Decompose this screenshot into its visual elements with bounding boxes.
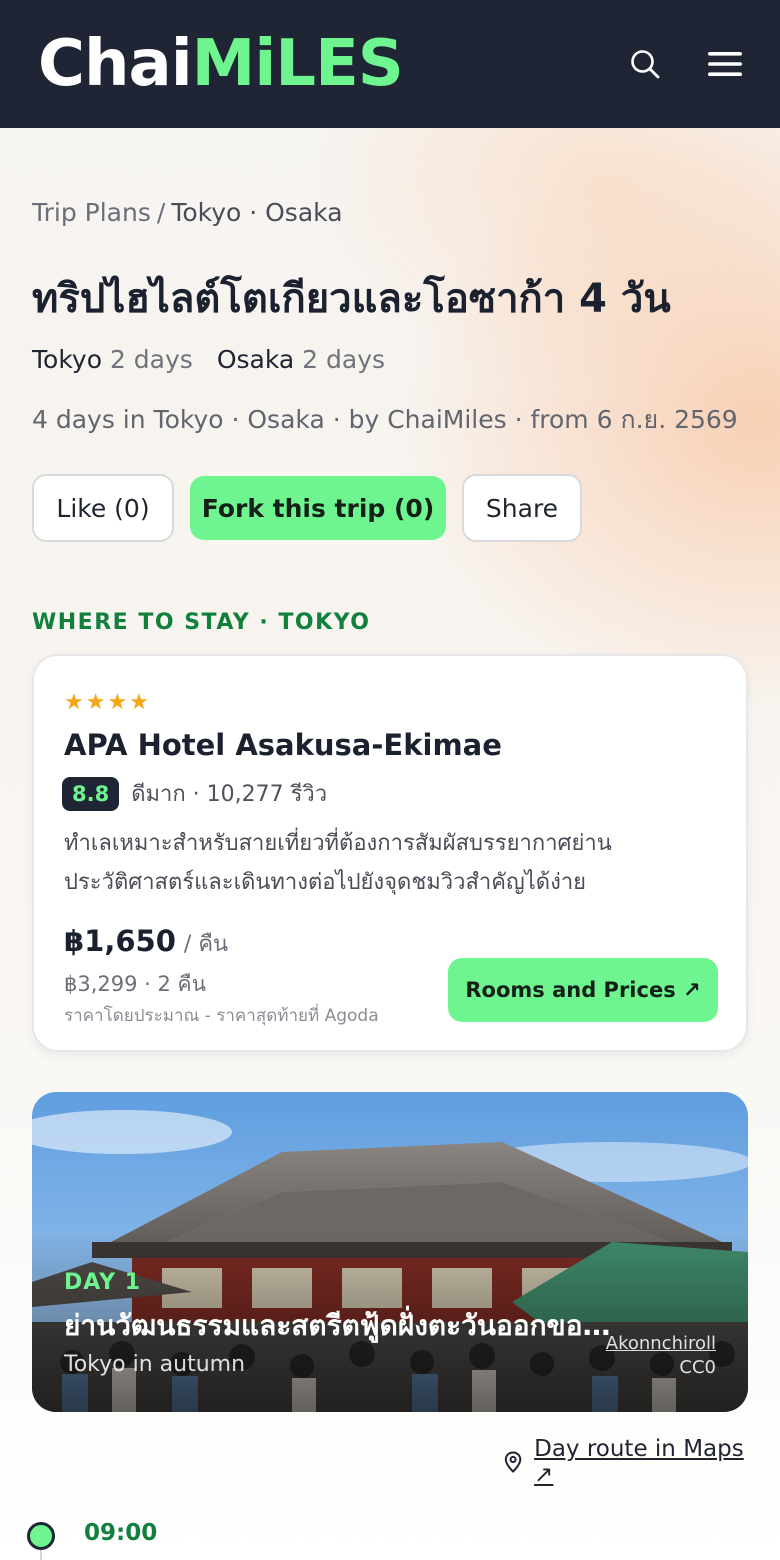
city-name: Tokyo bbox=[32, 345, 102, 374]
city-name: Osaka bbox=[216, 345, 295, 374]
price-disclaimer: ราคาโดยประมาณ - ราคาสุดท้ายที่ Agoda bbox=[64, 1006, 379, 1026]
city-days-summary: Tokyo 2 days Osaka 2 days bbox=[32, 345, 385, 374]
city-osaka: Osaka 2 days bbox=[217, 345, 385, 374]
hotel-name: APA Hotel Asakusa-Ekimae bbox=[64, 728, 502, 762]
trip-meta: 4 days in Tokyo · Osaka · by ChaiMiles ·… bbox=[32, 405, 738, 434]
like-button[interactable]: Like (0) bbox=[32, 474, 174, 542]
rooms-and-prices-button[interactable]: Rooms and Prices ↗ bbox=[448, 958, 718, 1022]
price-per-night: ฿1,650 / คืน bbox=[64, 924, 228, 961]
day-1-hero[interactable]: DAY 1 ย่านวัฒนธรรมและสตรีตฟู้ดฝั่งตะวันอ… bbox=[32, 1092, 748, 1412]
price-unit: / คืน bbox=[183, 932, 229, 957]
timeline-line bbox=[40, 1550, 42, 1560]
price-amount: ฿1,650 bbox=[64, 924, 176, 958]
breadcrumb-trip-plans[interactable]: Trip Plans bbox=[32, 198, 151, 227]
search-icon bbox=[631, 50, 660, 79]
logo[interactable]: ChaiMiLES bbox=[38, 32, 404, 96]
city-days: 2 days bbox=[109, 345, 193, 374]
menu-button[interactable] bbox=[706, 45, 744, 83]
search-button[interactable] bbox=[626, 45, 664, 83]
map-pin-icon bbox=[504, 1451, 522, 1473]
hotel-card: ★★★★ APA Hotel Asakusa-Ekimae 8.8 ดีมาก … bbox=[32, 654, 748, 1052]
day-label: DAY 1 bbox=[64, 1270, 142, 1295]
hamburger-menu-icon bbox=[708, 52, 742, 76]
photo-credit: Akonnchiroll CC0 bbox=[606, 1332, 716, 1380]
photo-caption: Tokyo in autumn bbox=[64, 1352, 246, 1377]
day-route-maps-link[interactable]: Day route in Maps ↗ bbox=[504, 1436, 748, 1488]
top-navbar: ChaiMiLES bbox=[0, 0, 780, 128]
hotel-rating-row: 8.8 ดีมาก · 10,277 รีวิว bbox=[62, 776, 327, 811]
day-title: ย่านวัฒนธรรมและสตรีตฟู้ดฝั่งตะวันออกของโ… bbox=[64, 1309, 624, 1342]
fork-trip-button[interactable]: Fork this trip (0) bbox=[190, 476, 446, 540]
timeline-dot bbox=[27, 1522, 55, 1550]
photo-credit-author[interactable]: Akonnchiroll bbox=[606, 1332, 716, 1356]
review-summary: ดีมาก · 10,277 รีวิว bbox=[131, 782, 328, 807]
price-total: ฿3,299 · 2 คืน bbox=[64, 972, 206, 996]
breadcrumb-separator: / bbox=[156, 198, 166, 227]
logo-text-chai: Chai bbox=[38, 27, 193, 101]
city-tokyo: Tokyo 2 days bbox=[32, 345, 193, 374]
header-actions bbox=[626, 45, 744, 83]
city-days: 2 days bbox=[302, 345, 386, 374]
trip-actions: Like (0) Fork this trip (0) Share bbox=[32, 474, 582, 542]
photo-license: CC0 bbox=[679, 1357, 716, 1378]
hotel-star-rating: ★★★★ bbox=[64, 690, 151, 715]
review-score-badge: 8.8 bbox=[62, 776, 120, 811]
where-to-stay-heading: WHERE TO STAY · TOKYO bbox=[32, 610, 371, 635]
share-button[interactable]: Share bbox=[462, 474, 582, 542]
page-title: ทริปไฮไลต์โตเกียวและโอซาก้า 4 วัน bbox=[32, 276, 671, 322]
breadcrumb-current: Tokyo · Osaka bbox=[171, 198, 343, 227]
timeline-time: 09:00 bbox=[84, 1520, 158, 1546]
day-route-link-text: Day route in Maps ↗ bbox=[534, 1436, 744, 1488]
logo-text-miles: MiLES bbox=[191, 27, 404, 101]
breadcrumb: Trip Plans / Tokyo · Osaka bbox=[32, 198, 343, 227]
hotel-description: ทำเลเหมาะสำหรับสายเที่ยวที่ต้องการสัมผัส… bbox=[64, 831, 612, 895]
